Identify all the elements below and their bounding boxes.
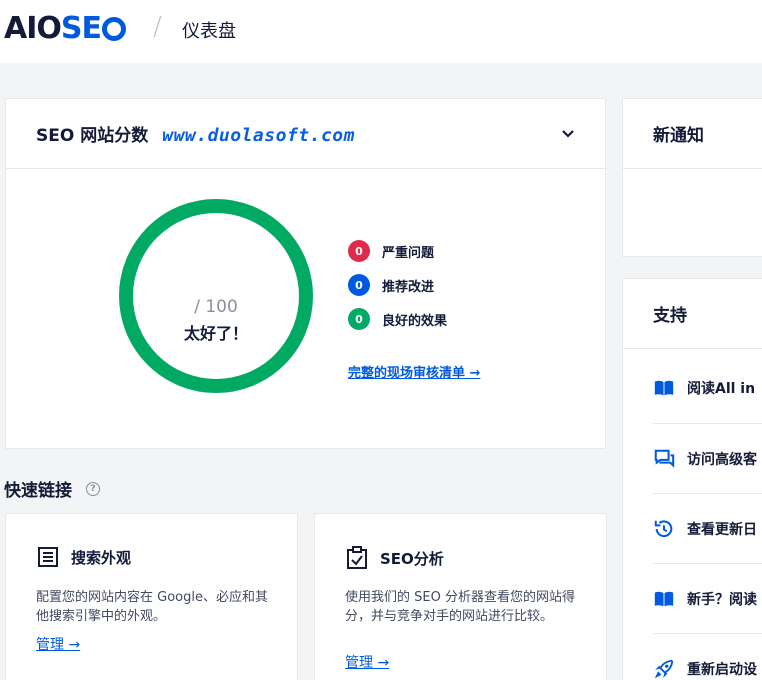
list-icon <box>38 547 58 567</box>
support-card: 支持 阅读All in 访问高级客 查看更新日 新手？阅读 重新启动设 <box>622 278 762 680</box>
help-icon[interactable]: ? <box>86 481 100 496</box>
score-denominator: / 100 <box>194 297 238 317</box>
rocket-icon <box>654 659 674 679</box>
support-item-restart-wizard[interactable]: 重新启动设 <box>653 634 762 680</box>
seo-score-card: SEO 网站分数 www.duolasoft.com / 100 太好了！ 0 严… <box>5 98 606 449</box>
good-count-badge: 0 <box>348 308 370 330</box>
quick-link-header: SEO分析 <box>346 546 444 570</box>
history-icon <box>654 520 673 538</box>
top-bar: AIO SE / 仪表盘 <box>0 0 762 63</box>
logo-text-seo: SE <box>60 10 102 46</box>
seo-score-title: SEO 网站分数 <box>36 126 149 146</box>
score-label: 太好了！ <box>183 324 248 343</box>
book-icon <box>654 380 674 396</box>
score-legend: 0 严重问题 0 推荐改进 0 良好的效果 <box>348 234 447 336</box>
page-title: 仪表盘 <box>182 21 236 42</box>
seo-analysis-manage-link[interactable]: 管理 → <box>345 652 389 672</box>
support-item-premium-support[interactable]: 访问高级客 <box>653 424 762 494</box>
aioseo-logo[interactable]: AIO SE <box>4 10 126 46</box>
quick-link-description: 配置您的网站内容在 Google、必应和其他搜索引擎中的外观。 <box>36 590 268 624</box>
quick-link-title: SEO分析 <box>380 549 444 568</box>
chat-icon <box>654 449 675 468</box>
full-audit-checklist-link[interactable]: 完整的现场审核清单 → <box>348 362 480 381</box>
support-title: 支持 <box>623 279 762 349</box>
chevron-down-icon[interactable] <box>561 129 575 139</box>
breadcrumb-separator: / <box>153 12 162 42</box>
legend-item-critical[interactable]: 0 严重问题 <box>348 234 447 268</box>
clipboard-check-icon <box>347 546 367 569</box>
legend-label: 推荐改进 <box>382 279 435 295</box>
logo-gear-icon <box>102 17 126 41</box>
book-icon <box>654 591 674 607</box>
support-item-label: 查看更新日 <box>687 522 757 538</box>
legend-label: 严重问题 <box>382 245 435 261</box>
seo-score-card-header[interactable]: SEO 网站分数 www.duolasoft.com <box>6 99 605 169</box>
quick-links-title-text: 快速链接 <box>4 481 72 501</box>
legend-label: 良好的效果 <box>382 313 448 329</box>
quick-link-card-seo-analysis: SEO分析 使用我们的 SEO 分析器查看您的网站得分，并与竞争对手的网站进行比… <box>314 513 607 680</box>
support-item-label: 重新启动设 <box>687 662 757 678</box>
support-item-label: 阅读All in <box>687 381 756 397</box>
legend-item-good[interactable]: 0 良好的效果 <box>348 302 447 336</box>
support-item-label: 访问高级客 <box>687 452 757 468</box>
notifications-card: 新通知 <box>622 98 762 257</box>
support-item-read-docs[interactable]: 阅读All in <box>653 353 762 423</box>
quick-link-card-search-appearance: 搜索外观 配置您的网站内容在 Google、必应和其他搜索引擎中的外观。 管理 … <box>5 513 298 680</box>
recommended-count-badge: 0 <box>348 274 370 296</box>
support-item-beginner-guide[interactable]: 新手？阅读 <box>653 564 762 634</box>
quick-link-header: 搜索外观 <box>37 546 131 568</box>
notifications-title: 新通知 <box>623 99 762 169</box>
watermark-text: www.duolasoft.com <box>162 125 355 146</box>
support-item-label: 新手？阅读 <box>687 592 757 608</box>
legend-item-recommended[interactable]: 0 推荐改进 <box>348 268 447 302</box>
quick-link-title: 搜索外观 <box>71 548 132 567</box>
quick-links-title: 快速链接 ? <box>4 476 100 501</box>
quick-link-description: 使用我们的 SEO 分析器查看您的网站得分，并与竞争对手的网站进行比较。 <box>345 590 575 624</box>
support-item-changelog[interactable]: 查看更新日 <box>653 494 762 564</box>
logo-text-aio: AIO <box>4 10 62 46</box>
search-appearance-manage-link[interactable]: 管理 → <box>36 634 80 654</box>
critical-count-badge: 0 <box>348 240 370 262</box>
